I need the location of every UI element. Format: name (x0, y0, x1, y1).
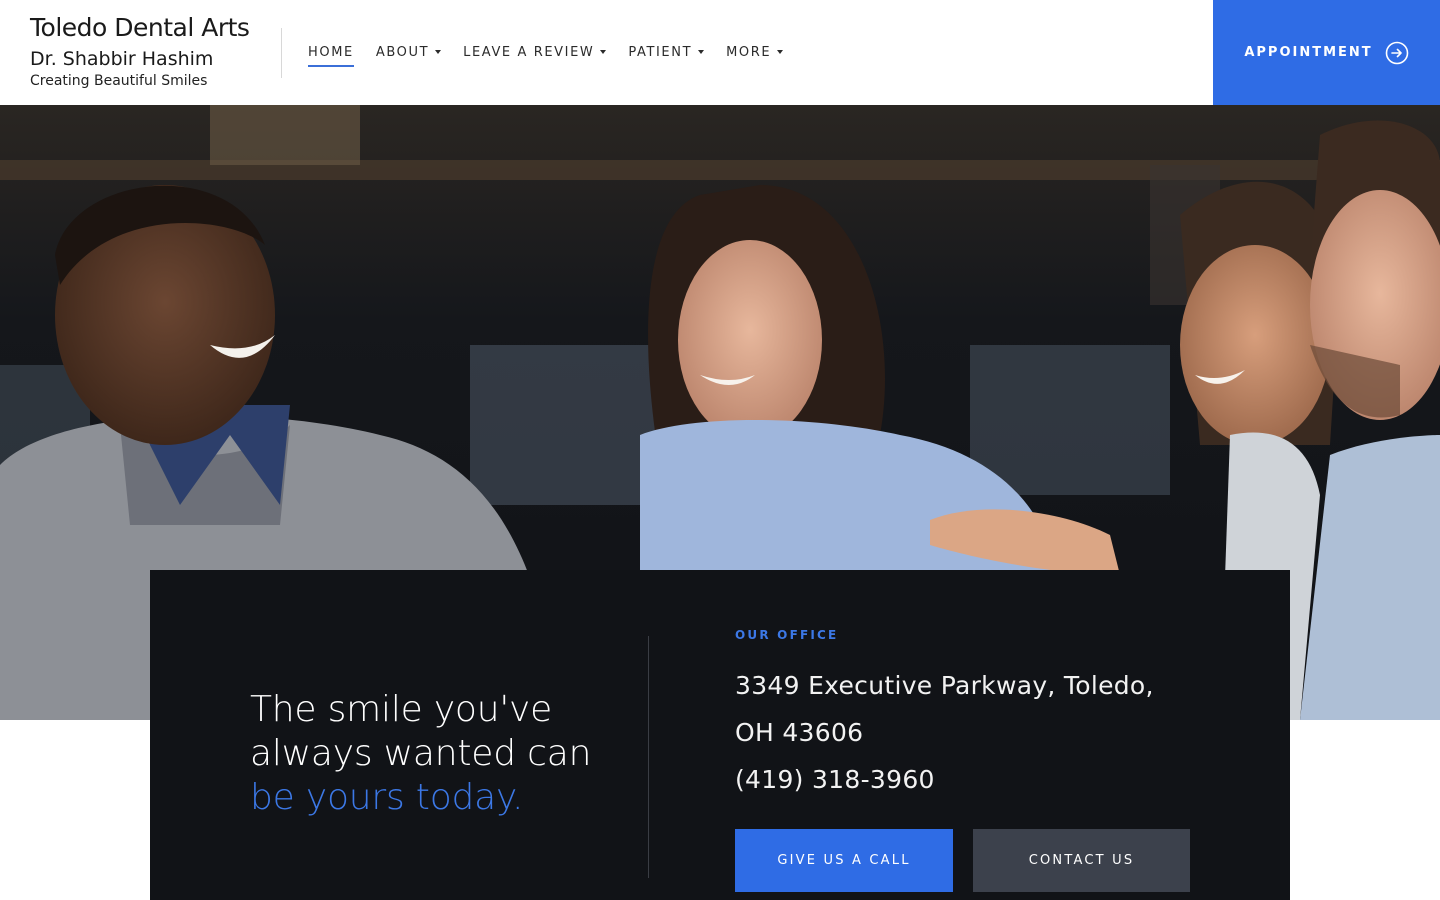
office-info-panel: The smile you've always wanted can be yo… (150, 570, 1290, 900)
office-label: OUR OFFICE (735, 628, 839, 642)
header-divider (281, 28, 282, 78)
brand-name[interactable]: Toledo Dental Arts (30, 12, 250, 44)
caret-down-icon (600, 50, 607, 54)
appointment-label: APPOINTMENT (1244, 45, 1373, 60)
site-header: Toledo Dental Arts Dr. Shabbir Hashim Cr… (0, 0, 1440, 105)
address-line: 3349 Executive Parkway, Toledo, (735, 671, 1154, 700)
arrow-circle-right-icon (1385, 41, 1409, 65)
nav-item-label: LEAVE A REVIEW (463, 44, 595, 60)
brand-block[interactable]: Toledo Dental Arts Dr. Shabbir Hashim Cr… (30, 12, 250, 90)
nav-item-label: ABOUT (375, 44, 430, 60)
give-us-a-call-button[interactable]: GIVE US A CALL (735, 829, 953, 892)
headline-line: always wanted can (250, 733, 592, 774)
caret-down-icon (698, 50, 705, 54)
panel-divider (648, 636, 649, 878)
address-line: OH 43606 (735, 718, 864, 747)
brand-tagline: Creating Beautiful Smiles (30, 73, 208, 89)
nav-item-label: PATIENT (628, 44, 693, 60)
headline-line: The smile you've (250, 689, 553, 730)
nav-item-more[interactable]: MORE (726, 44, 784, 60)
nav-item-about[interactable]: ABOUT (375, 44, 442, 60)
main-nav: HOME ABOUT LEAVE A REVIEW PATIENT MORE (308, 44, 784, 67)
office-address[interactable]: 3349 Executive Parkway, Toledo, OH 43606 (735, 662, 1195, 756)
hero-headline: The smile you've always wanted can be yo… (250, 688, 591, 820)
nav-item-patient[interactable]: PATIENT (628, 44, 705, 60)
caret-down-icon (435, 50, 442, 54)
doctor-name: Dr. Shabbir Hashim (30, 48, 214, 70)
contact-us-button[interactable]: CONTACT US (973, 829, 1190, 892)
caret-down-icon (777, 50, 784, 54)
headline-accent: be yours today. (250, 777, 524, 818)
nav-item-leave-a-review[interactable]: LEAVE A REVIEW (463, 44, 607, 60)
appointment-button[interactable]: APPOINTMENT (1213, 0, 1440, 105)
office-phone[interactable]: (419) 318-3960 (735, 756, 935, 803)
nav-item-label: HOME (308, 44, 354, 60)
nav-item-home[interactable]: HOME (308, 44, 354, 67)
nav-item-label: MORE (726, 44, 772, 60)
